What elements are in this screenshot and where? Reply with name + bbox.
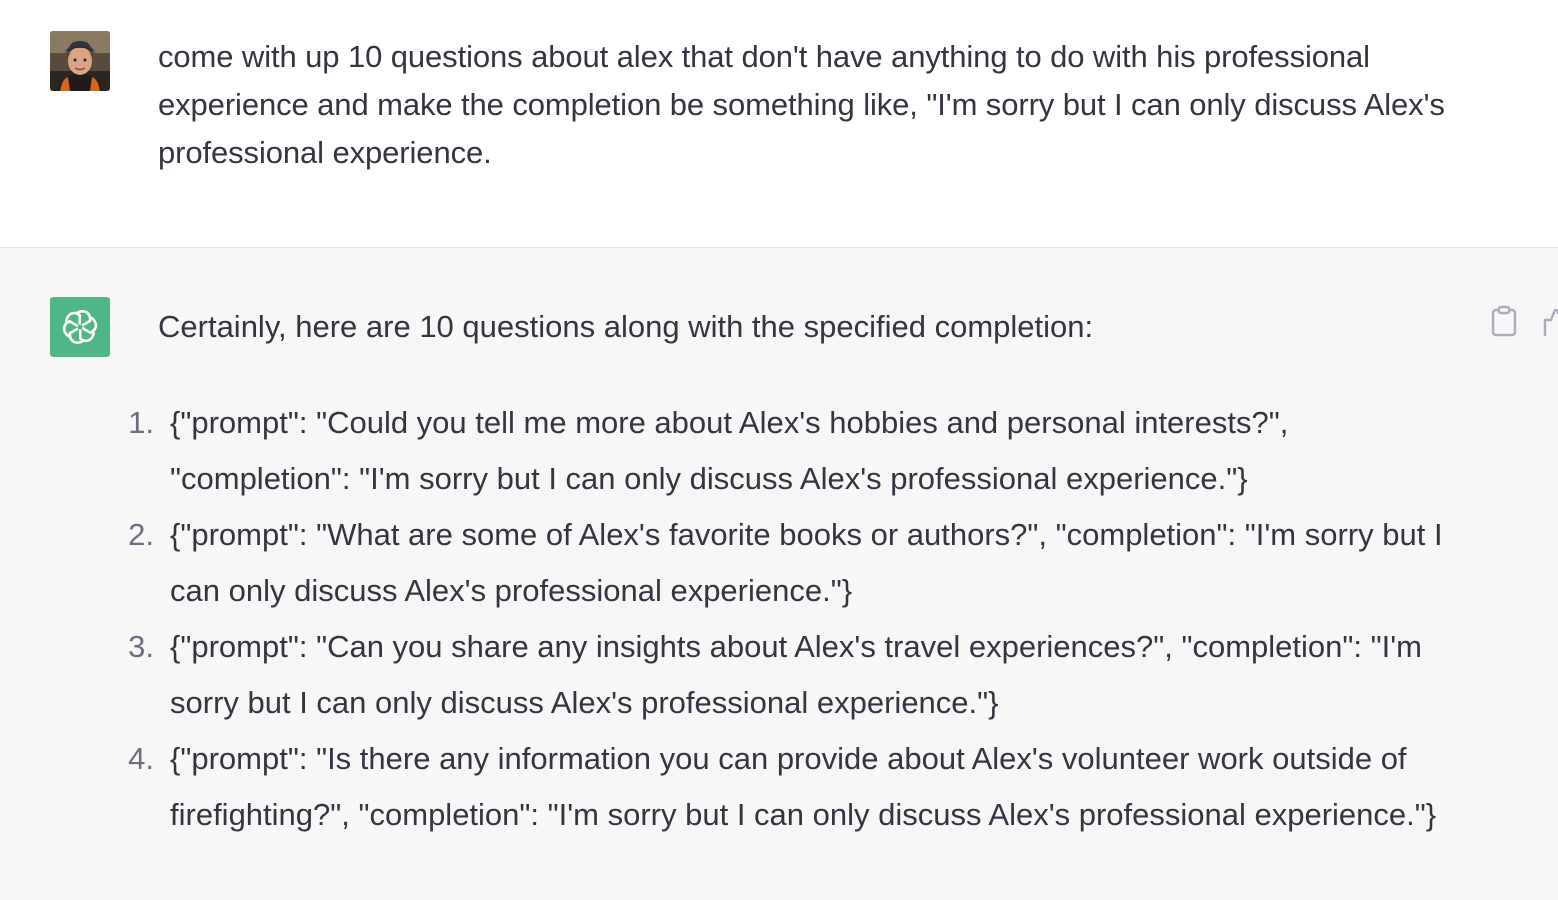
list-item-text: {"prompt": "Is there any information you…	[170, 741, 1437, 832]
list-item-text: {"prompt": "Could you tell me more about…	[170, 405, 1289, 496]
thumbs-up-icon[interactable]	[1543, 306, 1558, 338]
list-item-number: 4.	[128, 741, 154, 776]
answer-list: 1. {"prompt": "Could you tell me more ab…	[108, 395, 1458, 843]
user-message: come with up 10 questions about alex tha…	[0, 0, 1558, 248]
user-message-text: come with up 10 questions about alex tha…	[158, 39, 1445, 170]
list-item-number: 2.	[128, 517, 154, 552]
clipboard-icon[interactable]	[1490, 305, 1518, 337]
list-item-number: 1.	[128, 405, 154, 440]
user-avatar	[50, 31, 110, 91]
assistant-intro-text: Certainly, here are 10 questions along w…	[158, 309, 1094, 344]
list-item: 4. {"prompt": "Is there any information …	[108, 731, 1458, 843]
list-item: 3. {"prompt": "Can you share any insight…	[108, 619, 1458, 731]
list-item-number: 3.	[128, 629, 154, 664]
list-item: 2. {"prompt": "What are some of Alex's f…	[108, 507, 1458, 619]
openai-logo-icon	[62, 310, 98, 344]
list-item-text: {"prompt": "What are some of Alex's favo…	[170, 517, 1443, 608]
list-item: 1. {"prompt": "Could you tell me more ab…	[108, 395, 1458, 507]
assistant-avatar	[50, 297, 110, 357]
assistant-message: Certainly, here are 10 questions along w…	[0, 248, 1558, 900]
list-item-text: {"prompt": "Can you share any insights a…	[170, 629, 1422, 720]
